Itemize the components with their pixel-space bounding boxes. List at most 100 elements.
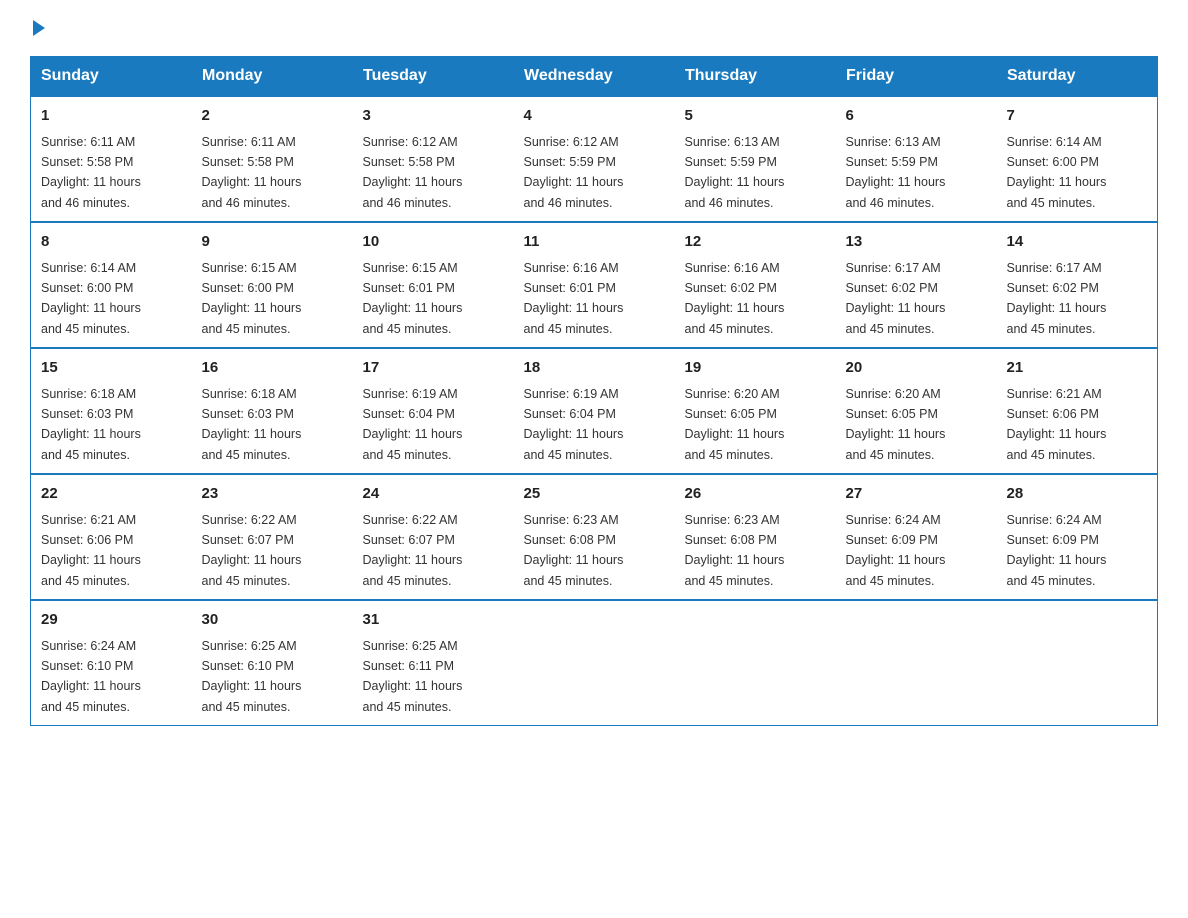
day-cell	[675, 600, 836, 726]
day-number: 31	[363, 609, 504, 632]
day-cell: 30 Sunrise: 6:25 AMSunset: 6:10 PMDaylig…	[192, 600, 353, 726]
day-info: Sunrise: 6:14 AMSunset: 6:00 PMDaylight:…	[41, 261, 141, 336]
day-info: Sunrise: 6:12 AMSunset: 5:59 PMDaylight:…	[524, 135, 624, 210]
day-number: 9	[202, 231, 343, 254]
day-number: 19	[685, 357, 826, 380]
day-cell: 28 Sunrise: 6:24 AMSunset: 6:09 PMDaylig…	[997, 474, 1158, 600]
day-number: 20	[846, 357, 987, 380]
day-cell: 18 Sunrise: 6:19 AMSunset: 6:04 PMDaylig…	[514, 348, 675, 474]
day-info: Sunrise: 6:21 AMSunset: 6:06 PMDaylight:…	[41, 513, 141, 588]
header-thursday: Thursday	[675, 57, 836, 97]
day-cell: 24 Sunrise: 6:22 AMSunset: 6:07 PMDaylig…	[353, 474, 514, 600]
day-cell: 20 Sunrise: 6:20 AMSunset: 6:05 PMDaylig…	[836, 348, 997, 474]
day-cell	[836, 600, 997, 726]
week-row-1: 1 Sunrise: 6:11 AMSunset: 5:58 PMDayligh…	[31, 96, 1158, 222]
header-monday: Monday	[192, 57, 353, 97]
day-cell	[997, 600, 1158, 726]
day-info: Sunrise: 6:24 AMSunset: 6:09 PMDaylight:…	[1007, 513, 1107, 588]
day-cell: 23 Sunrise: 6:22 AMSunset: 6:07 PMDaylig…	[192, 474, 353, 600]
day-info: Sunrise: 6:22 AMSunset: 6:07 PMDaylight:…	[363, 513, 463, 588]
week-row-5: 29 Sunrise: 6:24 AMSunset: 6:10 PMDaylig…	[31, 600, 1158, 726]
day-cell: 19 Sunrise: 6:20 AMSunset: 6:05 PMDaylig…	[675, 348, 836, 474]
day-info: Sunrise: 6:19 AMSunset: 6:04 PMDaylight:…	[363, 387, 463, 462]
day-info: Sunrise: 6:15 AMSunset: 6:00 PMDaylight:…	[202, 261, 302, 336]
day-info: Sunrise: 6:13 AMSunset: 5:59 PMDaylight:…	[685, 135, 785, 210]
header-row: SundayMondayTuesdayWednesdayThursdayFrid…	[31, 57, 1158, 97]
week-row-4: 22 Sunrise: 6:21 AMSunset: 6:06 PMDaylig…	[31, 474, 1158, 600]
day-cell: 25 Sunrise: 6:23 AMSunset: 6:08 PMDaylig…	[514, 474, 675, 600]
day-cell: 3 Sunrise: 6:12 AMSunset: 5:58 PMDayligh…	[353, 96, 514, 222]
calendar-table: SundayMondayTuesdayWednesdayThursdayFrid…	[30, 56, 1158, 726]
day-info: Sunrise: 6:16 AMSunset: 6:02 PMDaylight:…	[685, 261, 785, 336]
day-number: 8	[41, 231, 182, 254]
day-info: Sunrise: 6:19 AMSunset: 6:04 PMDaylight:…	[524, 387, 624, 462]
day-info: Sunrise: 6:20 AMSunset: 6:05 PMDaylight:…	[685, 387, 785, 462]
day-info: Sunrise: 6:24 AMSunset: 6:09 PMDaylight:…	[846, 513, 946, 588]
day-cell: 10 Sunrise: 6:15 AMSunset: 6:01 PMDaylig…	[353, 222, 514, 348]
day-number: 23	[202, 483, 343, 506]
day-number: 6	[846, 105, 987, 128]
day-number: 4	[524, 105, 665, 128]
day-cell: 21 Sunrise: 6:21 AMSunset: 6:06 PMDaylig…	[997, 348, 1158, 474]
day-cell: 17 Sunrise: 6:19 AMSunset: 6:04 PMDaylig…	[353, 348, 514, 474]
day-number: 26	[685, 483, 826, 506]
day-cell: 31 Sunrise: 6:25 AMSunset: 6:11 PMDaylig…	[353, 600, 514, 726]
day-cell: 14 Sunrise: 6:17 AMSunset: 6:02 PMDaylig…	[997, 222, 1158, 348]
day-number: 27	[846, 483, 987, 506]
day-info: Sunrise: 6:25 AMSunset: 6:10 PMDaylight:…	[202, 639, 302, 714]
header-saturday: Saturday	[997, 57, 1158, 97]
day-number: 14	[1007, 231, 1148, 254]
day-info: Sunrise: 6:11 AMSunset: 5:58 PMDaylight:…	[41, 135, 141, 210]
header-sunday: Sunday	[31, 57, 192, 97]
day-number: 11	[524, 231, 665, 254]
day-cell: 13 Sunrise: 6:17 AMSunset: 6:02 PMDaylig…	[836, 222, 997, 348]
day-number: 22	[41, 483, 182, 506]
day-cell: 16 Sunrise: 6:18 AMSunset: 6:03 PMDaylig…	[192, 348, 353, 474]
day-number: 17	[363, 357, 504, 380]
day-cell	[514, 600, 675, 726]
day-cell: 9 Sunrise: 6:15 AMSunset: 6:00 PMDayligh…	[192, 222, 353, 348]
day-cell: 5 Sunrise: 6:13 AMSunset: 5:59 PMDayligh…	[675, 96, 836, 222]
day-cell: 2 Sunrise: 6:11 AMSunset: 5:58 PMDayligh…	[192, 96, 353, 222]
day-info: Sunrise: 6:18 AMSunset: 6:03 PMDaylight:…	[202, 387, 302, 462]
day-cell: 22 Sunrise: 6:21 AMSunset: 6:06 PMDaylig…	[31, 474, 192, 600]
day-number: 12	[685, 231, 826, 254]
day-number: 7	[1007, 105, 1148, 128]
logo	[30, 20, 48, 36]
day-number: 15	[41, 357, 182, 380]
header-tuesday: Tuesday	[353, 57, 514, 97]
day-info: Sunrise: 6:23 AMSunset: 6:08 PMDaylight:…	[524, 513, 624, 588]
logo-triangle-icon	[33, 20, 45, 36]
day-number: 13	[846, 231, 987, 254]
day-info: Sunrise: 6:12 AMSunset: 5:58 PMDaylight:…	[363, 135, 463, 210]
day-info: Sunrise: 6:22 AMSunset: 6:07 PMDaylight:…	[202, 513, 302, 588]
page-header	[30, 20, 1158, 36]
day-number: 5	[685, 105, 826, 128]
day-info: Sunrise: 6:23 AMSunset: 6:08 PMDaylight:…	[685, 513, 785, 588]
day-number: 2	[202, 105, 343, 128]
day-cell: 26 Sunrise: 6:23 AMSunset: 6:08 PMDaylig…	[675, 474, 836, 600]
day-info: Sunrise: 6:25 AMSunset: 6:11 PMDaylight:…	[363, 639, 463, 714]
day-info: Sunrise: 6:17 AMSunset: 6:02 PMDaylight:…	[846, 261, 946, 336]
day-number: 18	[524, 357, 665, 380]
day-cell: 6 Sunrise: 6:13 AMSunset: 5:59 PMDayligh…	[836, 96, 997, 222]
day-cell: 7 Sunrise: 6:14 AMSunset: 6:00 PMDayligh…	[997, 96, 1158, 222]
header-friday: Friday	[836, 57, 997, 97]
day-number: 28	[1007, 483, 1148, 506]
day-number: 24	[363, 483, 504, 506]
day-info: Sunrise: 6:20 AMSunset: 6:05 PMDaylight:…	[846, 387, 946, 462]
day-number: 16	[202, 357, 343, 380]
day-cell: 8 Sunrise: 6:14 AMSunset: 6:00 PMDayligh…	[31, 222, 192, 348]
day-cell: 4 Sunrise: 6:12 AMSunset: 5:59 PMDayligh…	[514, 96, 675, 222]
day-number: 1	[41, 105, 182, 128]
day-cell: 12 Sunrise: 6:16 AMSunset: 6:02 PMDaylig…	[675, 222, 836, 348]
day-info: Sunrise: 6:17 AMSunset: 6:02 PMDaylight:…	[1007, 261, 1107, 336]
day-info: Sunrise: 6:16 AMSunset: 6:01 PMDaylight:…	[524, 261, 624, 336]
day-cell: 1 Sunrise: 6:11 AMSunset: 5:58 PMDayligh…	[31, 96, 192, 222]
day-info: Sunrise: 6:14 AMSunset: 6:00 PMDaylight:…	[1007, 135, 1107, 210]
day-info: Sunrise: 6:11 AMSunset: 5:58 PMDaylight:…	[202, 135, 302, 210]
week-row-2: 8 Sunrise: 6:14 AMSunset: 6:00 PMDayligh…	[31, 222, 1158, 348]
day-cell: 11 Sunrise: 6:16 AMSunset: 6:01 PMDaylig…	[514, 222, 675, 348]
day-info: Sunrise: 6:18 AMSunset: 6:03 PMDaylight:…	[41, 387, 141, 462]
week-row-3: 15 Sunrise: 6:18 AMSunset: 6:03 PMDaylig…	[31, 348, 1158, 474]
